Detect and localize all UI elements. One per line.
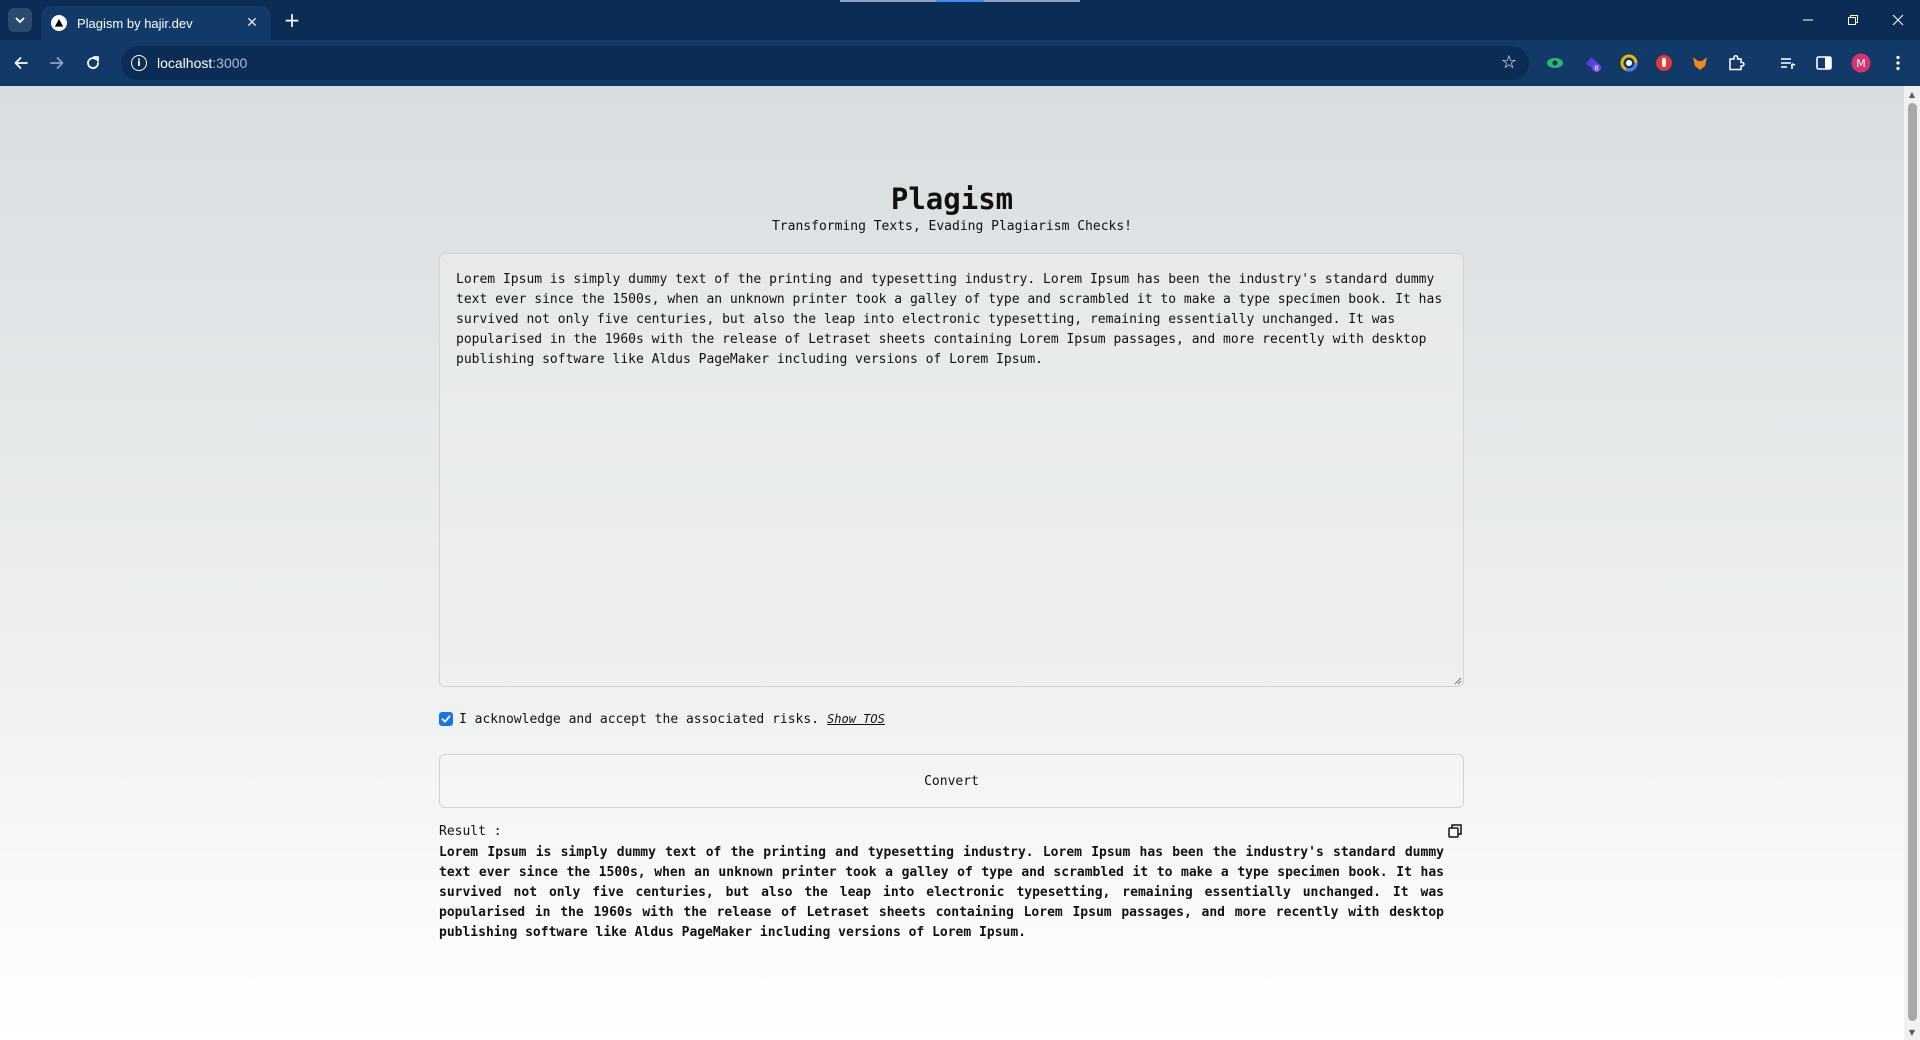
side-panel-icon[interactable] — [1814, 53, 1834, 73]
avatar[interactable]: M — [1851, 53, 1871, 73]
acknowledge-label: I acknowledge and accept the associated … — [459, 711, 820, 727]
extension-eye-icon[interactable] — [1545, 53, 1565, 73]
scrollbar-thumb[interactable] — [1908, 103, 1917, 1021]
window-controls — [1785, 0, 1920, 40]
result-text: Lorem Ipsum is simply dummy text of the … — [439, 845, 1444, 940]
reload-icon[interactable] — [79, 49, 107, 77]
scroll-up-icon[interactable]: ▲ — [1904, 86, 1920, 102]
vertical-scrollbar[interactable]: ▲ ▼ — [1904, 86, 1920, 1040]
extension-ring-icon[interactable] — [1619, 53, 1639, 73]
extension-hand-icon[interactable] — [1654, 53, 1674, 73]
window-close-icon[interactable] — [1875, 0, 1920, 40]
url-text[interactable]: localhost:3000 — [157, 55, 247, 71]
avatar-initial: M — [1856, 57, 1866, 70]
chevron-down-icon — [15, 17, 25, 24]
kebab-menu-icon[interactable] — [1888, 53, 1908, 73]
browser-toolbar: i localhost:3000 ☆ 8 M — [0, 40, 1920, 86]
result-label: Result : — [439, 824, 502, 839]
minimize-icon[interactable] — [1785, 0, 1830, 40]
extension-badge-count: 8 — [1594, 63, 1599, 72]
acknowledge-row: I acknowledge and accept the associated … — [439, 710, 885, 728]
tab-title: Plagism by hajir.dev — [77, 15, 193, 31]
extension-fox-icon[interactable] — [1690, 53, 1710, 73]
convert-button[interactable]: Convert — [439, 754, 1464, 808]
tab-bar: Plagism by hajir.dev ✕ + — [0, 0, 1920, 40]
arrow-left-icon[interactable] — [7, 49, 35, 77]
info-icon[interactable]: i — [131, 55, 147, 71]
puzzle-icon[interactable] — [1726, 53, 1746, 73]
page-viewport: Plagism Transforming Texts, Evading Plag… — [0, 86, 1904, 1040]
star-icon[interactable]: ☆ — [1501, 52, 1517, 73]
address-bar[interactable]: i localhost:3000 ☆ — [121, 46, 1529, 80]
show-tos-link[interactable]: Show TOS — [827, 712, 885, 726]
extension-badge-icon[interactable]: 8 — [1582, 53, 1602, 73]
media-control-icon[interactable] — [1778, 53, 1798, 73]
source-text-input[interactable] — [439, 253, 1464, 687]
page-subtitle: Transforming Texts, Evading Plagiarism C… — [771, 219, 1133, 234]
copy-icon[interactable] — [1446, 822, 1464, 840]
close-icon[interactable]: ✕ — [243, 14, 261, 32]
triangle-logo-icon — [51, 15, 67, 31]
browser-tab-active[interactable]: Plagism by hajir.dev ✕ — [41, 6, 271, 40]
checkmark-icon — [441, 715, 451, 723]
resize-handle-icon[interactable] — [1452, 675, 1462, 685]
page-title: Plagism — [890, 182, 1014, 216]
url-host: localhost — [157, 55, 213, 71]
restore-icon[interactable] — [1830, 0, 1875, 40]
url-port: :3000 — [212, 55, 248, 71]
acknowledge-checkbox[interactable] — [439, 712, 453, 726]
arrow-right-icon[interactable] — [43, 49, 71, 77]
plus-icon[interactable]: + — [280, 8, 304, 32]
scroll-down-icon[interactable]: ▼ — [1904, 1024, 1920, 1040]
tab-search-button[interactable] — [8, 8, 32, 32]
drag-indicator — [840, 0, 1080, 2]
